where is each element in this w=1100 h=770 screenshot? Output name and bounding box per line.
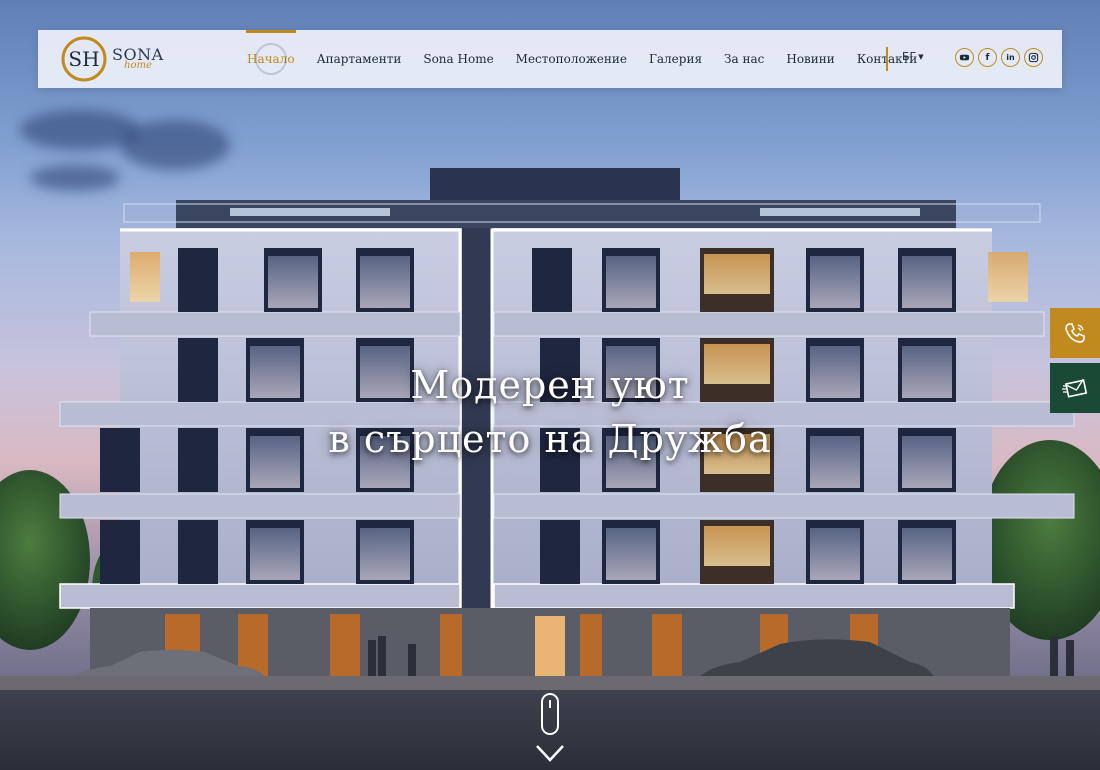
language-selector[interactable]: БГ ▼ (902, 50, 924, 63)
call-button[interactable] (1050, 308, 1100, 358)
hero-line-2: в сърцето на Дружба (328, 417, 772, 461)
nav-item-label: Апартаменти (316, 52, 402, 66)
caret-down-icon: ▼ (918, 53, 924, 61)
site-header: SH SONA home Начало Апартаменти Sona Hom… (38, 30, 1062, 88)
facebook-glyph: f (985, 52, 990, 63)
nav-item-label: Галерия (648, 52, 703, 66)
mouse-scroll-icon (536, 693, 564, 762)
nav-item-label: За нас (724, 52, 765, 66)
site-logo[interactable]: SH SONA home (60, 35, 170, 83)
linkedin-glyph: in (1006, 53, 1015, 62)
nav-item-label: Sona Home (423, 52, 494, 66)
logo-monogram-icon: SH (61, 36, 107, 82)
social-links: f in (955, 48, 1043, 67)
facebook-icon[interactable]: f (978, 48, 997, 67)
main-nav: Начало Апартаменти Sona Home Местоположе… (236, 30, 928, 88)
hero-line-1: Модерен уют (410, 363, 690, 407)
logo-wordmark: SONA home (112, 47, 164, 71)
language-current: БГ (902, 50, 917, 63)
nav-item-apartments[interactable]: Апартаменти (306, 30, 413, 88)
nav-item-news[interactable]: Новини (775, 30, 845, 88)
youtube-icon[interactable] (955, 48, 974, 67)
header-divider (886, 47, 888, 71)
nav-item-location[interactable]: Местоположение (505, 30, 638, 88)
nav-item-gallery[interactable]: Галерия (638, 30, 713, 88)
scroll-down-indicator[interactable] (535, 690, 565, 770)
linkedin-icon[interactable]: in (1001, 48, 1020, 67)
nav-watermark-icon (254, 43, 287, 75)
message-button[interactable] (1050, 363, 1100, 413)
mail-icon (1062, 378, 1088, 398)
nav-item-sona-home[interactable]: Sona Home (412, 30, 504, 88)
phone-icon (1065, 323, 1085, 343)
instagram-icon[interactable] (1024, 48, 1043, 67)
nav-item-label: Новини (786, 52, 835, 66)
nav-item-about[interactable]: За нас (713, 30, 775, 88)
logo-monogram-text: SH (68, 47, 99, 71)
logo-subtitle: home (124, 60, 152, 71)
nav-item-label: Местоположение (515, 52, 627, 66)
nav-item-home[interactable]: Начало (236, 30, 306, 88)
hero-headline: Модерен уют в сърцето на Дружба (0, 358, 1100, 466)
